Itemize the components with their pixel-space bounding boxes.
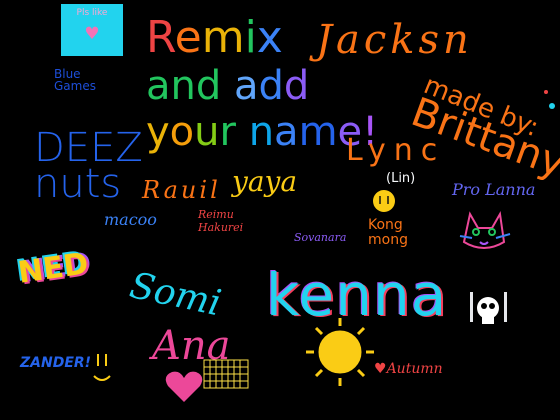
heart-icon: ♥ — [84, 24, 100, 44]
signature-rauil: Rauil — [142, 176, 221, 204]
signature-autumn: ♥Autumn — [374, 361, 443, 377]
dot-doodle — [549, 103, 555, 109]
signature-somi: Somi — [126, 265, 225, 325]
signature-kenna: kenna — [266, 261, 448, 329]
signature-jackson: Jacksn — [316, 17, 473, 63]
signature-ana: Ana — [152, 323, 231, 369]
headline-and-add: and add — [146, 63, 310, 109]
signature-kong-mong: Kong mong — [368, 217, 408, 248]
smiley-icon — [93, 354, 111, 381]
signature-zander: ZANDER! — [20, 355, 92, 371]
project-canvas: Pls like ♥ Remix and add your name! Jack… — [0, 0, 560, 420]
dot-doodle — [544, 90, 548, 94]
signature-ned: NED — [15, 246, 91, 291]
signature-deez-nuts: DEEZ nuts — [34, 125, 143, 207]
like-button-label: Pls like — [76, 8, 108, 18]
skull-icon — [470, 292, 507, 324]
signature-reimu: Reimu Hakurei — [198, 208, 244, 234]
signature-sovanara: Sovanara — [294, 231, 347, 244]
like-button[interactable]: Pls like ♥ — [61, 4, 123, 56]
signature-pro-lanna: Pro Lanna — [452, 180, 536, 199]
signature-macoo: macoo — [104, 210, 157, 229]
smiley-icon — [373, 190, 395, 212]
headline-your-name: your name! — [146, 109, 379, 155]
heart-icon: ♥ — [374, 361, 387, 377]
signature-lync-note: (Lin) — [386, 171, 416, 186]
signature-blue-games: Blue Games — [54, 67, 96, 93]
signature-yaya: yaya — [232, 165, 298, 198]
heart-icon — [165, 371, 203, 402]
signature-lync: Lync — [346, 133, 446, 168]
headline-remix: Remix — [146, 12, 283, 63]
cat-icon — [459, 210, 511, 249]
